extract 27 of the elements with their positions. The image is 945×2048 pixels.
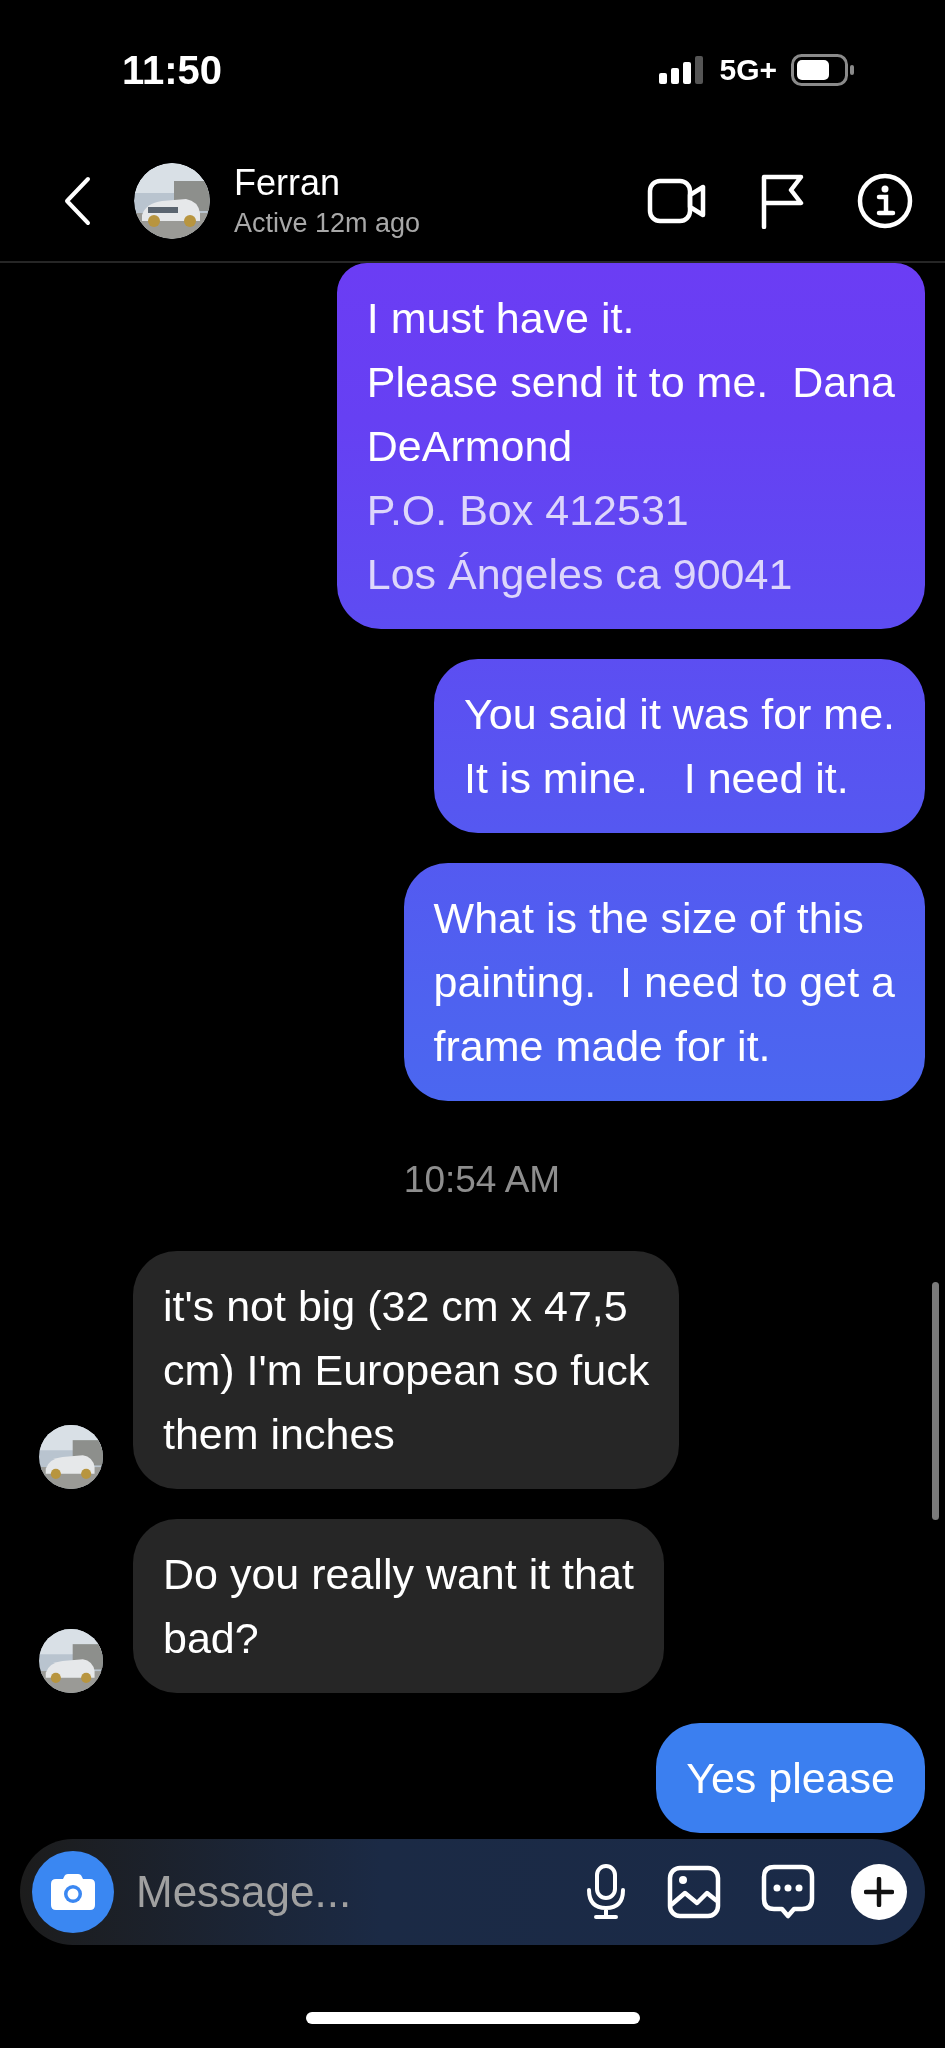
sent-message: Yes please [656, 1723, 925, 1833]
received-message: Do you really want it that bad? [133, 1519, 664, 1693]
message-input[interactable]: Message... [114, 1867, 581, 1917]
network-label: 5G+ [719, 53, 777, 87]
microphone-icon [585, 1864, 627, 1920]
signal-icon [659, 56, 706, 84]
status-time: 11:50 [122, 47, 223, 93]
camera-button[interactable] [32, 1851, 114, 1933]
address-link[interactable]: P.O. Box 412531 [366, 478, 895, 542]
active-status: Active 12m ago [234, 208, 422, 239]
sent-message: You said it was for me. It is mine. I need it. [434, 659, 925, 833]
sent-message: I must have it. Please send it to me. Dana DeArmond P.O. Box 412531 Los Ángeles ca 90041 [336, 263, 925, 629]
add-button[interactable] [851, 1864, 907, 1920]
camera-icon [50, 1873, 96, 1911]
chevron-left-icon [62, 175, 92, 226]
chat-bubble-icon [761, 1864, 815, 1920]
video-camera-icon [647, 176, 707, 225]
image-icon [667, 1865, 721, 1919]
info-icon [857, 172, 913, 229]
battery-icon [791, 54, 855, 86]
sent-message: What is the size of this painting. I need to get a frame made for it. [403, 863, 925, 1101]
plus-icon [864, 1877, 894, 1907]
received-message: it's not big (32 cm x 47,5 cm) I'm European so fuck them inches [133, 1251, 680, 1489]
flag-icon [759, 172, 805, 229]
timestamp: 10:54 AM [403, 1159, 561, 1201]
address-link[interactable]: Los Ángeles ca 90041 [366, 542, 895, 606]
contact-name: Ferran [234, 162, 342, 204]
